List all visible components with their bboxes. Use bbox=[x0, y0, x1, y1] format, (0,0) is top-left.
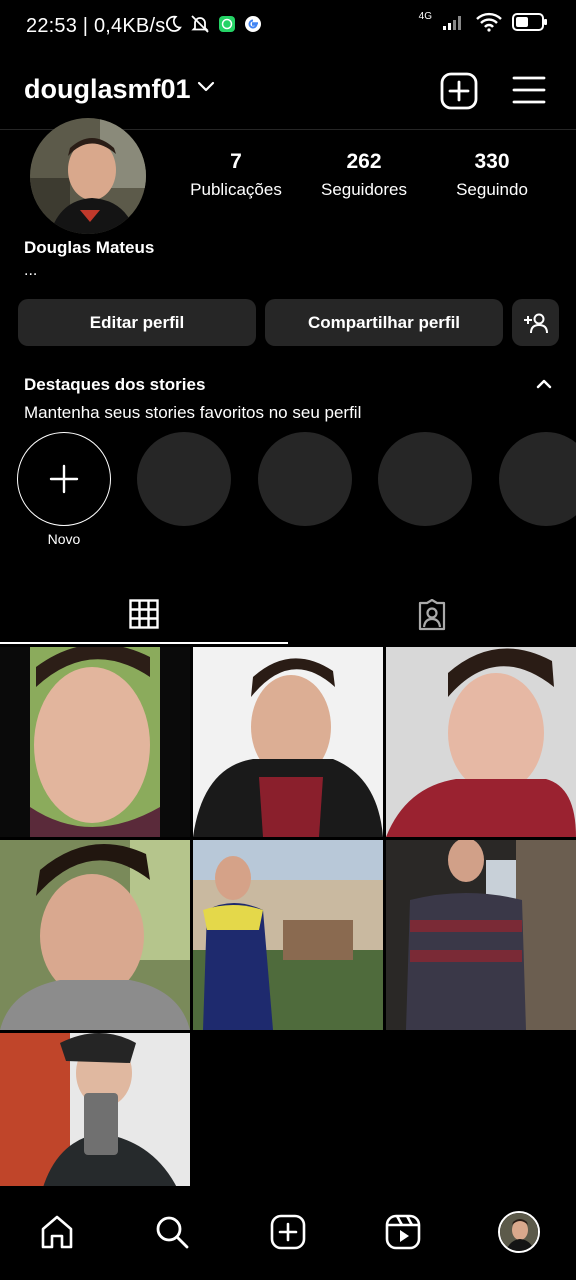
home-icon bbox=[41, 1215, 73, 1249]
highlight-placeholder bbox=[137, 432, 231, 526]
post-thumbnail[interactable] bbox=[386, 840, 576, 1030]
tab-posts-grid[interactable] bbox=[0, 586, 288, 644]
highlight-placeholder bbox=[378, 432, 472, 526]
profile-full-name: Douglas Mateus bbox=[24, 238, 155, 257]
chevron-down-icon[interactable] bbox=[196, 80, 216, 94]
nav-profile[interactable] bbox=[489, 1202, 549, 1262]
highlight-placeholder bbox=[499, 432, 576, 526]
moon-icon bbox=[165, 15, 182, 32]
stat-following-count: 330 bbox=[474, 150, 510, 173]
menu-icon[interactable] bbox=[512, 74, 546, 106]
post-thumbnail[interactable] bbox=[193, 840, 383, 1030]
plus-icon bbox=[49, 464, 79, 494]
discover-people-button[interactable] bbox=[512, 299, 559, 346]
stat-posts-label: Publicações bbox=[190, 180, 282, 199]
status-bar: 22:53 | 0,4KB/s 4G bbox=[0, 0, 576, 52]
nav-search[interactable] bbox=[142, 1202, 202, 1262]
reels-icon bbox=[385, 1214, 421, 1250]
stat-following[interactable]: 330 Seguindo bbox=[427, 150, 557, 200]
post-thumbnail[interactable] bbox=[386, 647, 576, 837]
tab-tagged[interactable] bbox=[288, 586, 576, 644]
nav-create[interactable] bbox=[258, 1202, 318, 1262]
create-post-icon[interactable] bbox=[440, 72, 478, 110]
search-icon bbox=[156, 1216, 189, 1249]
post-thumbnail[interactable] bbox=[193, 647, 383, 837]
username[interactable]: douglasmf01 bbox=[24, 74, 191, 105]
add-user-icon bbox=[523, 313, 548, 333]
stat-posts-count: 7 bbox=[230, 150, 242, 173]
wifi-icon bbox=[476, 12, 502, 32]
nav-reels[interactable] bbox=[373, 1202, 433, 1262]
google-icon bbox=[245, 16, 261, 32]
highlights-title: Destaques dos stories bbox=[24, 375, 206, 394]
share-profile-button[interactable]: Compartilhar perfil bbox=[265, 299, 503, 346]
profile-bio: ... bbox=[24, 262, 38, 279]
highlights-subtitle: Mantenha seus stories favoritos no seu p… bbox=[24, 403, 362, 422]
stat-following-label: Seguindo bbox=[456, 180, 528, 199]
stat-followers-label: Seguidores bbox=[320, 180, 407, 199]
edit-profile-button[interactable]: Editar perfil bbox=[18, 299, 256, 346]
create-icon bbox=[270, 1214, 306, 1250]
stat-followers[interactable]: 262 Seguidores bbox=[299, 150, 429, 200]
chevron-up-icon[interactable] bbox=[536, 378, 552, 390]
network-type: 4G bbox=[418, 10, 432, 22]
stat-followers-count: 262 bbox=[346, 150, 382, 173]
signal-icon bbox=[443, 16, 461, 30]
post-thumbnail[interactable] bbox=[0, 647, 190, 837]
new-highlight-label: Novo bbox=[47, 531, 81, 547]
profile-avatar-small bbox=[498, 1211, 540, 1253]
battery-icon bbox=[512, 13, 547, 31]
tagged-person-icon bbox=[418, 599, 446, 631]
nav-home[interactable] bbox=[27, 1202, 87, 1262]
bottom-navigation bbox=[0, 1186, 576, 1280]
post-thumbnail[interactable] bbox=[0, 840, 190, 1030]
whatsapp-icon bbox=[219, 16, 235, 32]
grid-icon bbox=[129, 599, 159, 629]
notifications-off-icon bbox=[191, 15, 209, 33]
avatar-photo bbox=[30, 118, 146, 234]
profile-avatar[interactable] bbox=[30, 118, 146, 234]
status-time: 22:53 | 0,4KB/s bbox=[26, 15, 166, 37]
highlight-placeholder bbox=[258, 432, 352, 526]
new-highlight-button[interactable] bbox=[17, 432, 111, 526]
stat-posts[interactable]: 7 Publicações bbox=[171, 150, 301, 200]
